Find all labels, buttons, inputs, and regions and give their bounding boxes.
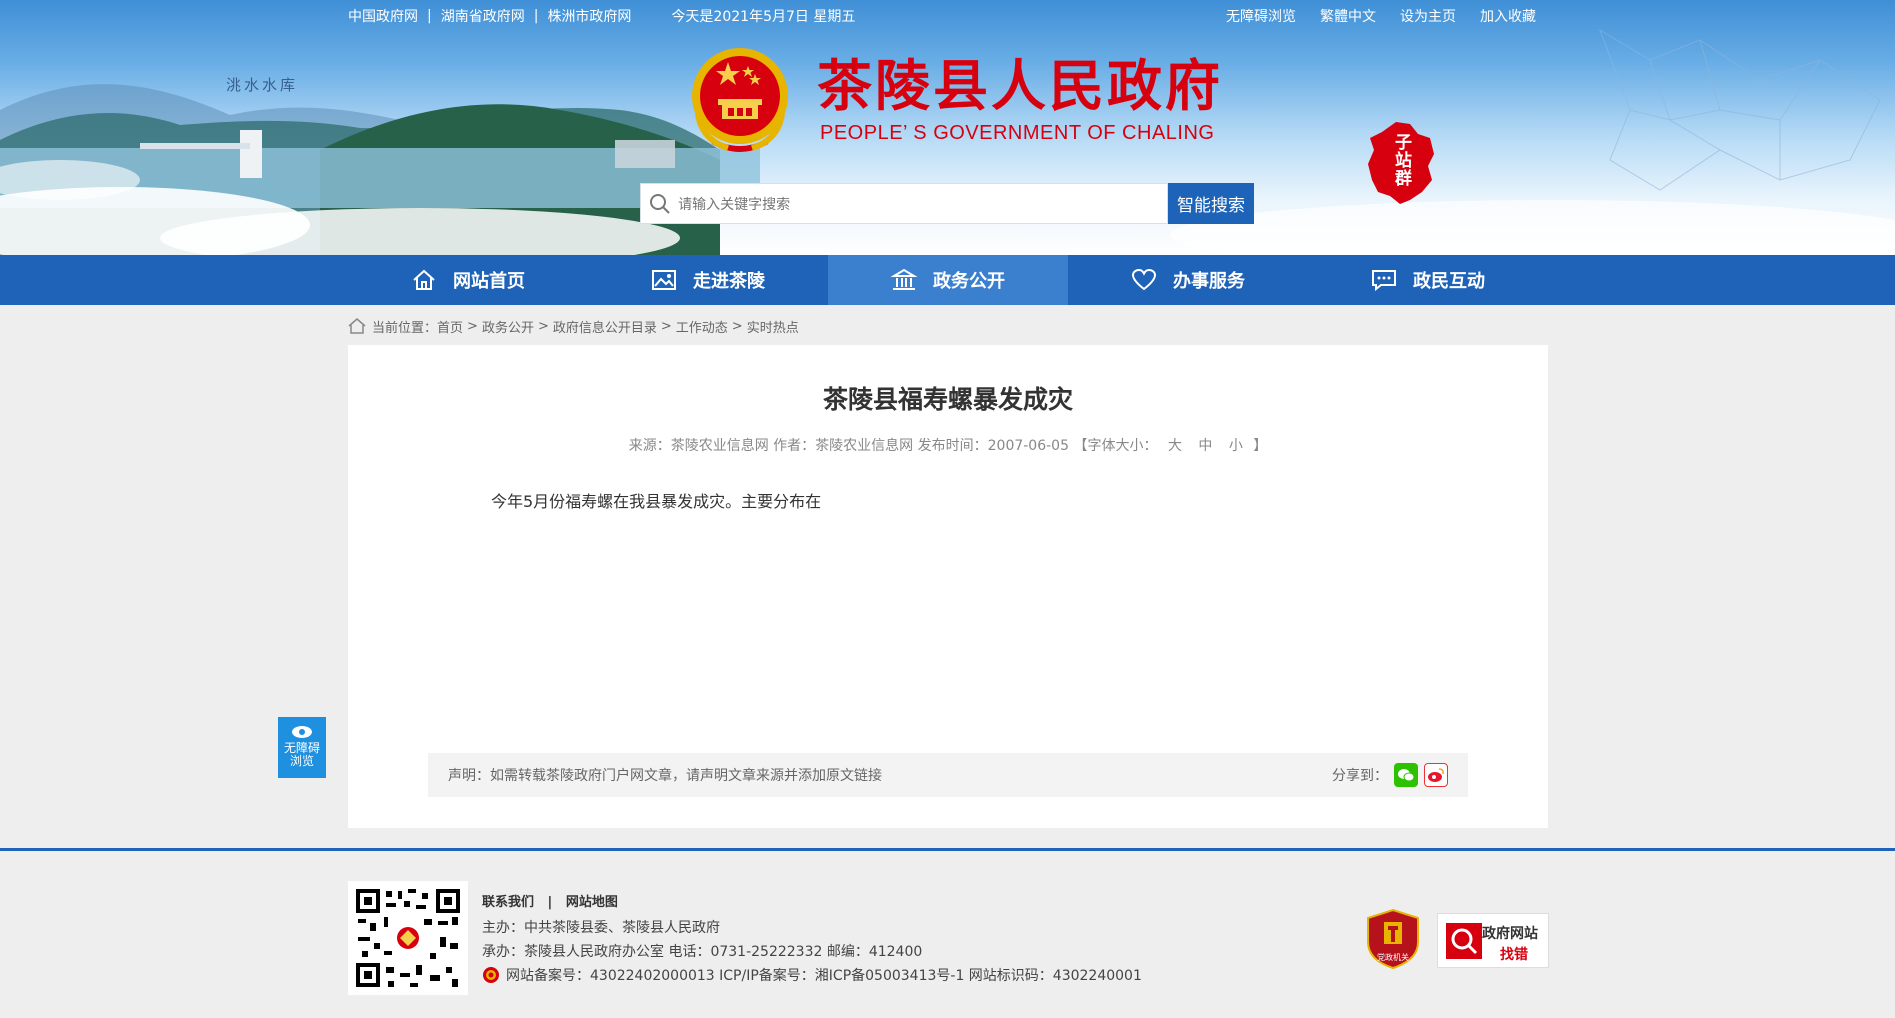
article-meta: 来源：茶陵农业信息网 作者：茶陵农业信息网 发布时间：2007-06-05 【字… xyxy=(628,438,1268,454)
top-links: 中国政府网 | 湖南省政府网 | 株洲市政府网 今天是2021年5月7日 星期五 xyxy=(348,6,856,26)
top-right-links: 无障碍浏览 繁體中文 设为主页 加入收藏 xyxy=(1226,6,1560,26)
footer-record: 网站备案号：43022402000013 ICP/IP备案号：湘ICP备0500… xyxy=(506,968,1142,984)
contact-us-link[interactable]: 联系我们 xyxy=(482,895,534,910)
sub-station-group-button[interactable]: 子 站 群 xyxy=(1366,120,1436,204)
share-bar: 分享到： xyxy=(1332,763,1448,787)
nav-home[interactable]: 网站首页 xyxy=(348,255,588,305)
font-size-small[interactable]: 小 xyxy=(1229,438,1243,454)
article-source: 茶陵农业信息网 xyxy=(670,438,769,454)
site-title: 茶陵县人民政府 xyxy=(817,53,1224,118)
police-badge-icon xyxy=(483,967,499,983)
breadcrumb-work-news[interactable]: 工作动态 xyxy=(676,317,728,336)
link-hunan-gov[interactable]: 湖南省政府网 xyxy=(441,6,525,26)
traditional-chinese-link[interactable]: 繁體中文 xyxy=(1320,6,1376,26)
chat-icon xyxy=(1372,270,1396,292)
nav-label: 办事服务 xyxy=(1173,271,1245,292)
header-banner: 中国政府网 | 湖南省政府网 | 株洲市政府网 今天是2021年5月7日 星期五… xyxy=(0,0,1895,255)
current-date: 今天是2021年5月7日 星期五 xyxy=(671,9,856,25)
notice-text: 声明：如需转载茶陵政府门户网文章，请声明文章来源并添加原文链接 xyxy=(448,768,882,784)
home-icon xyxy=(413,269,435,290)
add-favorite-link[interactable]: 加入收藏 xyxy=(1480,6,1536,26)
search-bar: 智能搜索 xyxy=(640,183,1254,224)
search-icon xyxy=(641,193,678,215)
building-icon xyxy=(891,268,917,290)
nav-label: 政民互动 xyxy=(1413,271,1485,292)
set-homepage-link[interactable]: 设为主页 xyxy=(1400,6,1456,26)
sub-station-char: 子 xyxy=(1395,133,1412,153)
font-size-large[interactable]: 大 xyxy=(1168,438,1182,454)
nav-label: 走进茶陵 xyxy=(693,271,765,292)
qr-code xyxy=(348,881,468,995)
reservoir-label: 洮水水库 xyxy=(226,76,299,94)
smart-search-button[interactable]: 智能搜索 xyxy=(1168,183,1254,224)
eye-icon xyxy=(292,726,312,738)
article-body: 今年5月份福寿螺在我县暴发成灾。主要分布在 xyxy=(491,492,822,511)
report-error-badge[interactable]: 政府网站 找错 xyxy=(1437,913,1549,968)
sub-station-char: 站 xyxy=(1395,151,1412,171)
reprint-notice: 声明：如需转载茶陵政府门户网文章，请声明文章来源并添加原文链接 分享到： xyxy=(428,753,1468,797)
article-author: 茶陵农业信息网 xyxy=(815,438,914,454)
accessibility-float-button[interactable]: 无障碍 浏览 xyxy=(278,717,326,778)
nav-label: 网站首页 xyxy=(453,271,525,292)
nav-about-chaling[interactable]: 走进茶陵 xyxy=(588,255,828,305)
heart-icon xyxy=(1131,268,1157,291)
link-zhuzhou-gov[interactable]: 株洲市政府网 xyxy=(547,6,631,26)
site-map-link[interactable]: 网站地图 xyxy=(566,895,618,910)
breadcrumb: 当前位置： 首页 > 政务公开 > 政府信息公开目录 > 工作动态 > 实时热点 xyxy=(348,316,799,336)
nav-label: 政务公开 xyxy=(933,271,1005,292)
breadcrumb-home[interactable]: 首页 xyxy=(437,317,463,336)
national-emblem-icon xyxy=(692,48,788,152)
search-input[interactable] xyxy=(678,195,1167,212)
nav-interaction[interactable]: 政民互动 xyxy=(1308,255,1548,305)
footer: 联系我们 | 网站地图 主办：中共茶陵县委、茶陵县人民政府 承办：茶陵县人民政府… xyxy=(0,848,1895,1018)
footer-links: 联系我们 | 网站地图 xyxy=(482,895,618,910)
sub-station-char: 群 xyxy=(1395,169,1412,189)
breadcrumb-info-catalog[interactable]: 政府信息公开目录 xyxy=(553,317,657,336)
footer-host: 主办：中共茶陵县委、茶陵县人民政府 xyxy=(482,920,720,936)
magnifier-icon xyxy=(1446,923,1482,959)
accessible-browse-link[interactable]: 无障碍浏览 xyxy=(1226,6,1296,26)
breadcrumb-hot-topics[interactable]: 实时热点 xyxy=(747,317,799,336)
article-title: 茶陵县福寿螺暴发成灾 xyxy=(822,385,1073,414)
article-date: 2007-06-05 xyxy=(987,438,1069,454)
share-label: 分享到： xyxy=(1332,768,1388,784)
font-size-medium[interactable]: 中 xyxy=(1198,438,1212,454)
nav-government-affairs[interactable]: 政务公开 xyxy=(828,255,1068,305)
footer-organizer: 承办：茶陵县人民政府办公室 电话：0731-25222332 邮编：412400 xyxy=(482,944,923,960)
weibo-share-icon[interactable] xyxy=(1424,763,1448,787)
breadcrumb-prefix: 当前位置： xyxy=(372,320,438,336)
home-icon xyxy=(348,318,366,334)
main-nav: 网站首页 走进茶陵 政务公开 办事服务 政民互动 xyxy=(0,255,1895,305)
wechat-share-icon[interactable] xyxy=(1394,763,1418,787)
breadcrumb-gov-affairs[interactable]: 政务公开 xyxy=(482,317,534,336)
font-size-control: 【字体大小： 大 中 小 】 xyxy=(1073,438,1268,454)
site-title-english: PEOPLE’ S GOVERNMENT OF CHALING xyxy=(820,122,1215,144)
nav-services[interactable]: 办事服务 xyxy=(1068,255,1308,305)
link-gov-cn[interactable]: 中国政府网 xyxy=(348,6,418,26)
picture-icon xyxy=(652,270,676,290)
article-panel: 茶陵县福寿螺暴发成灾 来源：茶陵农业信息网 作者：茶陵农业信息网 发布时间：20… xyxy=(348,345,1548,828)
party-gov-organ-badge[interactable]: 党政机关 xyxy=(1366,908,1420,970)
